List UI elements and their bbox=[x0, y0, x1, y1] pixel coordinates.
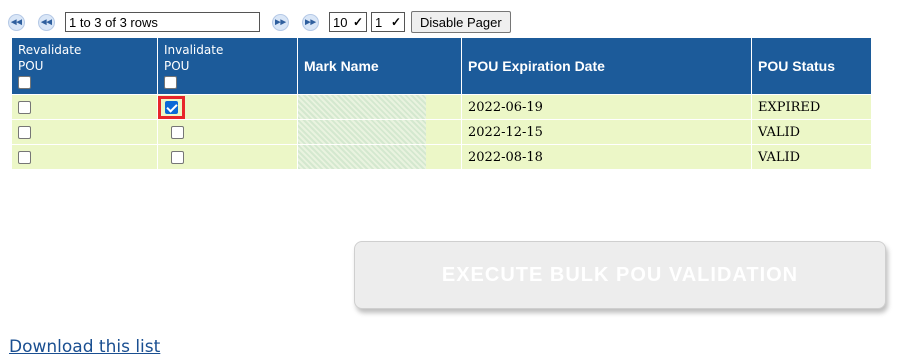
select-all-revalidate-checkbox[interactable] bbox=[18, 76, 31, 89]
invalidate-cell bbox=[157, 94, 298, 120]
status-cell: VALID bbox=[751, 119, 872, 145]
page-number-select[interactable]: 1 ✓ bbox=[371, 12, 405, 32]
column-header-expiration[interactable]: POU Expiration Date bbox=[461, 37, 752, 95]
table-row: 2022-08-18 VALID bbox=[11, 144, 872, 170]
expiration-cell: 2022-08-18 bbox=[461, 144, 752, 170]
pager: ◀◀ ◀◀ 1 to 3 of 3 rows ▶▶ ▶▶ 10 ✓ 1 ✓ Di… bbox=[8, 10, 511, 34]
rows-info-field[interactable]: 1 to 3 of 3 rows bbox=[65, 12, 260, 32]
invalidate-cell bbox=[157, 144, 298, 170]
table-row: 2022-06-19 EXPIRED bbox=[11, 94, 872, 120]
page-number-value: 1 bbox=[375, 14, 383, 30]
column-header-label: Invalidate POU bbox=[164, 43, 224, 73]
highlight-box bbox=[158, 95, 185, 119]
expiration-cell: 2022-12-15 bbox=[461, 119, 752, 145]
table-header-row: Revalidate POU Invalidate POU Mark Name … bbox=[11, 37, 872, 95]
last-page-icon[interactable]: ▶▶ bbox=[302, 13, 319, 31]
expiration-cell: 2022-06-19 bbox=[461, 94, 752, 120]
invalidate-checkbox[interactable] bbox=[165, 100, 178, 114]
download-list-link[interactable]: Download this list bbox=[9, 337, 160, 357]
table-row: 2022-12-15 VALID bbox=[11, 119, 872, 145]
page-size-value: 10 bbox=[333, 14, 348, 30]
invalidate-checkbox[interactable] bbox=[171, 125, 184, 139]
revalidate-cell bbox=[11, 119, 158, 145]
column-header-label: Revalidate POU bbox=[18, 43, 82, 73]
column-header-invalidate: Invalidate POU bbox=[157, 37, 298, 95]
execute-bulk-validation-button[interactable]: EXECUTE BULK POU VALIDATION bbox=[354, 241, 886, 309]
pou-table: Revalidate POU Invalidate POU Mark Name … bbox=[11, 37, 872, 170]
revalidate-checkbox[interactable] bbox=[18, 125, 31, 139]
redacted-mark-name bbox=[298, 145, 426, 169]
revalidate-cell bbox=[11, 144, 158, 170]
invalidate-cell bbox=[157, 119, 298, 145]
redacted-mark-name bbox=[298, 95, 426, 119]
status-cell: VALID bbox=[751, 144, 872, 170]
mark-name-cell bbox=[297, 144, 462, 170]
column-header-status[interactable]: POU Status bbox=[751, 37, 872, 95]
chevron-down-icon: ✓ bbox=[390, 15, 401, 29]
column-header-mark-name[interactable]: Mark Name bbox=[297, 37, 462, 95]
revalidate-checkbox[interactable] bbox=[18, 150, 31, 164]
status-cell: EXPIRED bbox=[751, 94, 872, 120]
disable-pager-button[interactable]: Disable Pager bbox=[411, 11, 511, 33]
next-page-icon[interactable]: ▶▶ bbox=[272, 13, 289, 31]
first-page-icon[interactable]: ◀◀ bbox=[8, 13, 25, 31]
redacted-mark-name bbox=[298, 120, 426, 144]
mark-name-cell bbox=[297, 94, 462, 120]
page-size-select[interactable]: 10 ✓ bbox=[329, 12, 367, 32]
revalidate-cell bbox=[11, 94, 158, 120]
chevron-down-icon: ✓ bbox=[352, 15, 363, 29]
column-header-revalidate: Revalidate POU bbox=[11, 37, 158, 95]
invalidate-checkbox[interactable] bbox=[171, 150, 184, 164]
revalidate-checkbox[interactable] bbox=[18, 100, 31, 114]
mark-name-cell bbox=[297, 119, 462, 145]
previous-page-icon[interactable]: ◀◀ bbox=[38, 13, 55, 31]
select-all-invalidate-checkbox[interactable] bbox=[164, 76, 177, 89]
